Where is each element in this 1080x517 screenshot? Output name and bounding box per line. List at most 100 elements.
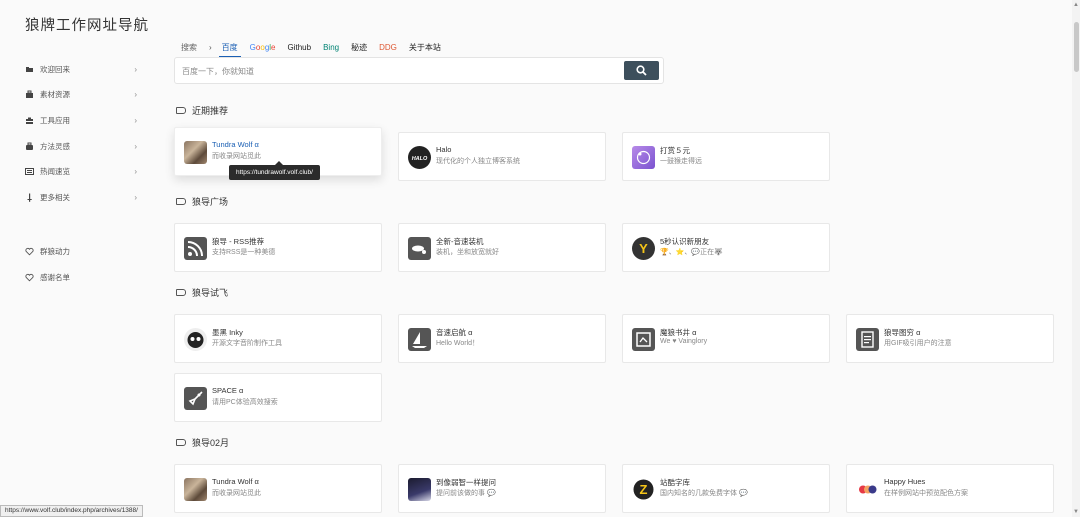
sidebar-item-label: 欢迎回来 xyxy=(40,64,70,74)
card-description: 一鼓猴走得远 xyxy=(660,158,702,165)
tab-about[interactable]: 关于本站 xyxy=(409,42,441,53)
site-card[interactable]: Happy Hues 在样例网站中预览配色方案 xyxy=(846,464,1054,513)
card-description: 用GIF吸引用户的注意 xyxy=(884,340,952,347)
card-title: Halo xyxy=(436,145,452,154)
site-card[interactable]: SPACE α 请用PC体验高效搜索 xyxy=(174,373,382,422)
site-card[interactable]: 打赏５元 一鼓猴走得远 xyxy=(622,132,830,181)
site-card[interactable]: 狼导图穷 α 用GIF吸引用户的注意 xyxy=(846,314,1054,363)
scrollbar-thumb[interactable] xyxy=(1074,22,1079,72)
sidebar-item-news[interactable]: 热闻速览 › xyxy=(25,162,137,180)
fan-icon xyxy=(408,237,431,260)
z-icon: Z xyxy=(632,478,655,501)
card-title: Happy Hues xyxy=(884,477,926,486)
site-card[interactable]: Z 站酷字库 国内知名的几款免费字体 💬 xyxy=(622,464,830,513)
sidebar-link-label: 感谢名单 xyxy=(40,272,70,282)
book-icon xyxy=(632,328,655,351)
card-description: We ♥ Vainglory xyxy=(660,338,708,345)
y-icon: Y xyxy=(632,237,655,260)
briefcase-icon xyxy=(26,90,33,98)
card-title: 墨黑 Inky xyxy=(212,328,243,337)
section-title-text: 狼导试飞 xyxy=(192,287,229,298)
card-description: 而收录网站觅此 xyxy=(212,153,261,160)
scroll-up-icon[interactable]: ▲ xyxy=(1073,2,1079,8)
card-title: Tundra Wolf α xyxy=(212,477,259,486)
tag-icon xyxy=(176,106,186,114)
site-card[interactable]: Tundra Wolf α 而收录网站觅此 xyxy=(174,464,382,513)
card-title: 狼导 - RSS推荐 xyxy=(212,237,265,246)
section-title: 狼导02月 xyxy=(176,435,229,449)
chevron-right-icon: › xyxy=(134,115,137,125)
briefcase-icon xyxy=(26,142,33,150)
site-title[interactable]: 狼牌工作网址导航 xyxy=(25,14,149,35)
site-card[interactable]: 音速启航 α Hello World！ xyxy=(398,314,606,363)
toolbox-icon xyxy=(26,117,33,124)
sidebar-item-welcome[interactable]: 欢迎回来 › xyxy=(25,60,137,78)
sidebar-link-thanks[interactable]: 感谢名单 xyxy=(25,268,137,286)
sidebar-item-more[interactable]: 更多相关 › xyxy=(25,188,137,206)
anime-icon xyxy=(408,478,431,501)
search-button[interactable] xyxy=(624,61,659,80)
card-description: Hello World！ xyxy=(436,340,480,347)
sidebar-item-methods[interactable]: 方法灵感 › xyxy=(25,137,137,155)
card-title: 5秒认识新朋友 xyxy=(660,237,710,246)
card-description: 现代化的个人独立博客系统 xyxy=(436,158,520,165)
card-description: 请用PC体验高效搜索 xyxy=(212,399,278,406)
section-title-text: 狼导广场 xyxy=(192,196,229,207)
card-description: 支持RSS是一种美德 xyxy=(212,249,276,256)
site-card[interactable]: 到像弱智一样提问 提问前该做的事 💬 xyxy=(398,464,606,513)
sidebar-link-power[interactable]: 群狼动力 xyxy=(25,242,137,260)
tab-miji[interactable]: 秘迹 xyxy=(351,42,367,53)
tag-icon xyxy=(176,197,186,205)
search-icon xyxy=(636,65,647,76)
tab-github[interactable]: Github xyxy=(288,43,312,52)
tab-ddg[interactable]: DDG xyxy=(379,43,397,52)
chevron-right-icon: › xyxy=(134,166,137,176)
card-description: 在样例网站中预览配色方案 xyxy=(884,490,968,497)
section-title-text: 近期推荐 xyxy=(192,105,229,116)
tab-baidu[interactable]: 百度 xyxy=(218,42,241,58)
svg-text:Z: Z xyxy=(640,482,648,497)
site-card[interactable]: Y 5秒认识新朋友 🏆、⭐、💬正在🐺 xyxy=(622,223,830,272)
tag-icon xyxy=(176,438,186,446)
site-card[interactable]: 墨黑 Inky 开源文字音阶制作工具 xyxy=(174,314,382,363)
rss-icon xyxy=(184,237,207,260)
heart-icon xyxy=(25,273,34,281)
sword-icon xyxy=(27,193,32,202)
card-title: 魔狼书井 α xyxy=(660,328,697,337)
tag-icon xyxy=(176,288,186,296)
section-title-text: 狼导02月 xyxy=(192,437,230,448)
sail-icon xyxy=(408,328,431,351)
site-card[interactable]: 全新-音速装机 装机，坐和放宽就好 xyxy=(398,223,606,272)
card-description: 开源文字音阶制作工具 xyxy=(212,340,282,347)
scrollbar[interactable]: ▲ ▼ xyxy=(1072,0,1080,517)
doc-icon xyxy=(856,328,879,351)
chevron-right-icon: › xyxy=(209,42,212,52)
site-card[interactable]: 魔狼书井 α We ♥ Vainglory xyxy=(622,314,830,363)
site-card[interactable]: 狼导 - RSS推荐 支持RSS是一种美德 xyxy=(174,223,382,272)
card-title: 站酷字库 xyxy=(660,478,690,487)
inky-icon xyxy=(184,328,207,351)
chevron-right-icon: › xyxy=(134,89,137,99)
svg-text:Y: Y xyxy=(639,241,648,256)
sidebar-item-label: 素材资源 xyxy=(40,89,70,99)
search-input[interactable] xyxy=(182,64,582,78)
card-description: 🏆、⭐、💬正在🐺 xyxy=(660,249,723,256)
card-title: 全新-音速装机 xyxy=(436,237,484,246)
section-title: 狼导试飞 xyxy=(176,285,228,299)
sidebar-item-resources[interactable]: 素材资源 › xyxy=(25,85,137,103)
card-title: 到像弱智一样提问 xyxy=(436,478,496,487)
site-card[interactable]: HALO Halo 现代化的个人独立博客系统 xyxy=(398,132,606,181)
svg-text:HALO: HALO xyxy=(412,156,428,162)
card-title: SPACE α xyxy=(212,386,244,395)
card-description: 提问前该做的事 💬 xyxy=(436,490,496,497)
sidebar-item-tools[interactable]: 工具应用 › xyxy=(25,111,137,129)
search-lead-label: 搜索 xyxy=(181,42,197,52)
tab-google[interactable]: Google xyxy=(250,43,276,52)
sidebar: 狼牌工作网址导航 欢迎回来 › 素材资源 › 工具应用 › 方法灵感 › 热闻速… xyxy=(0,0,160,517)
wolf-photo-icon xyxy=(184,141,207,164)
section-title: 近期推荐 xyxy=(176,103,228,117)
tab-bing[interactable]: Bing xyxy=(323,43,339,52)
url-tooltip: https://tundrawolf.volf.club/ xyxy=(229,161,320,180)
section-title: 狼导广场 xyxy=(176,194,228,208)
scroll-down-icon[interactable]: ▼ xyxy=(1073,509,1079,515)
